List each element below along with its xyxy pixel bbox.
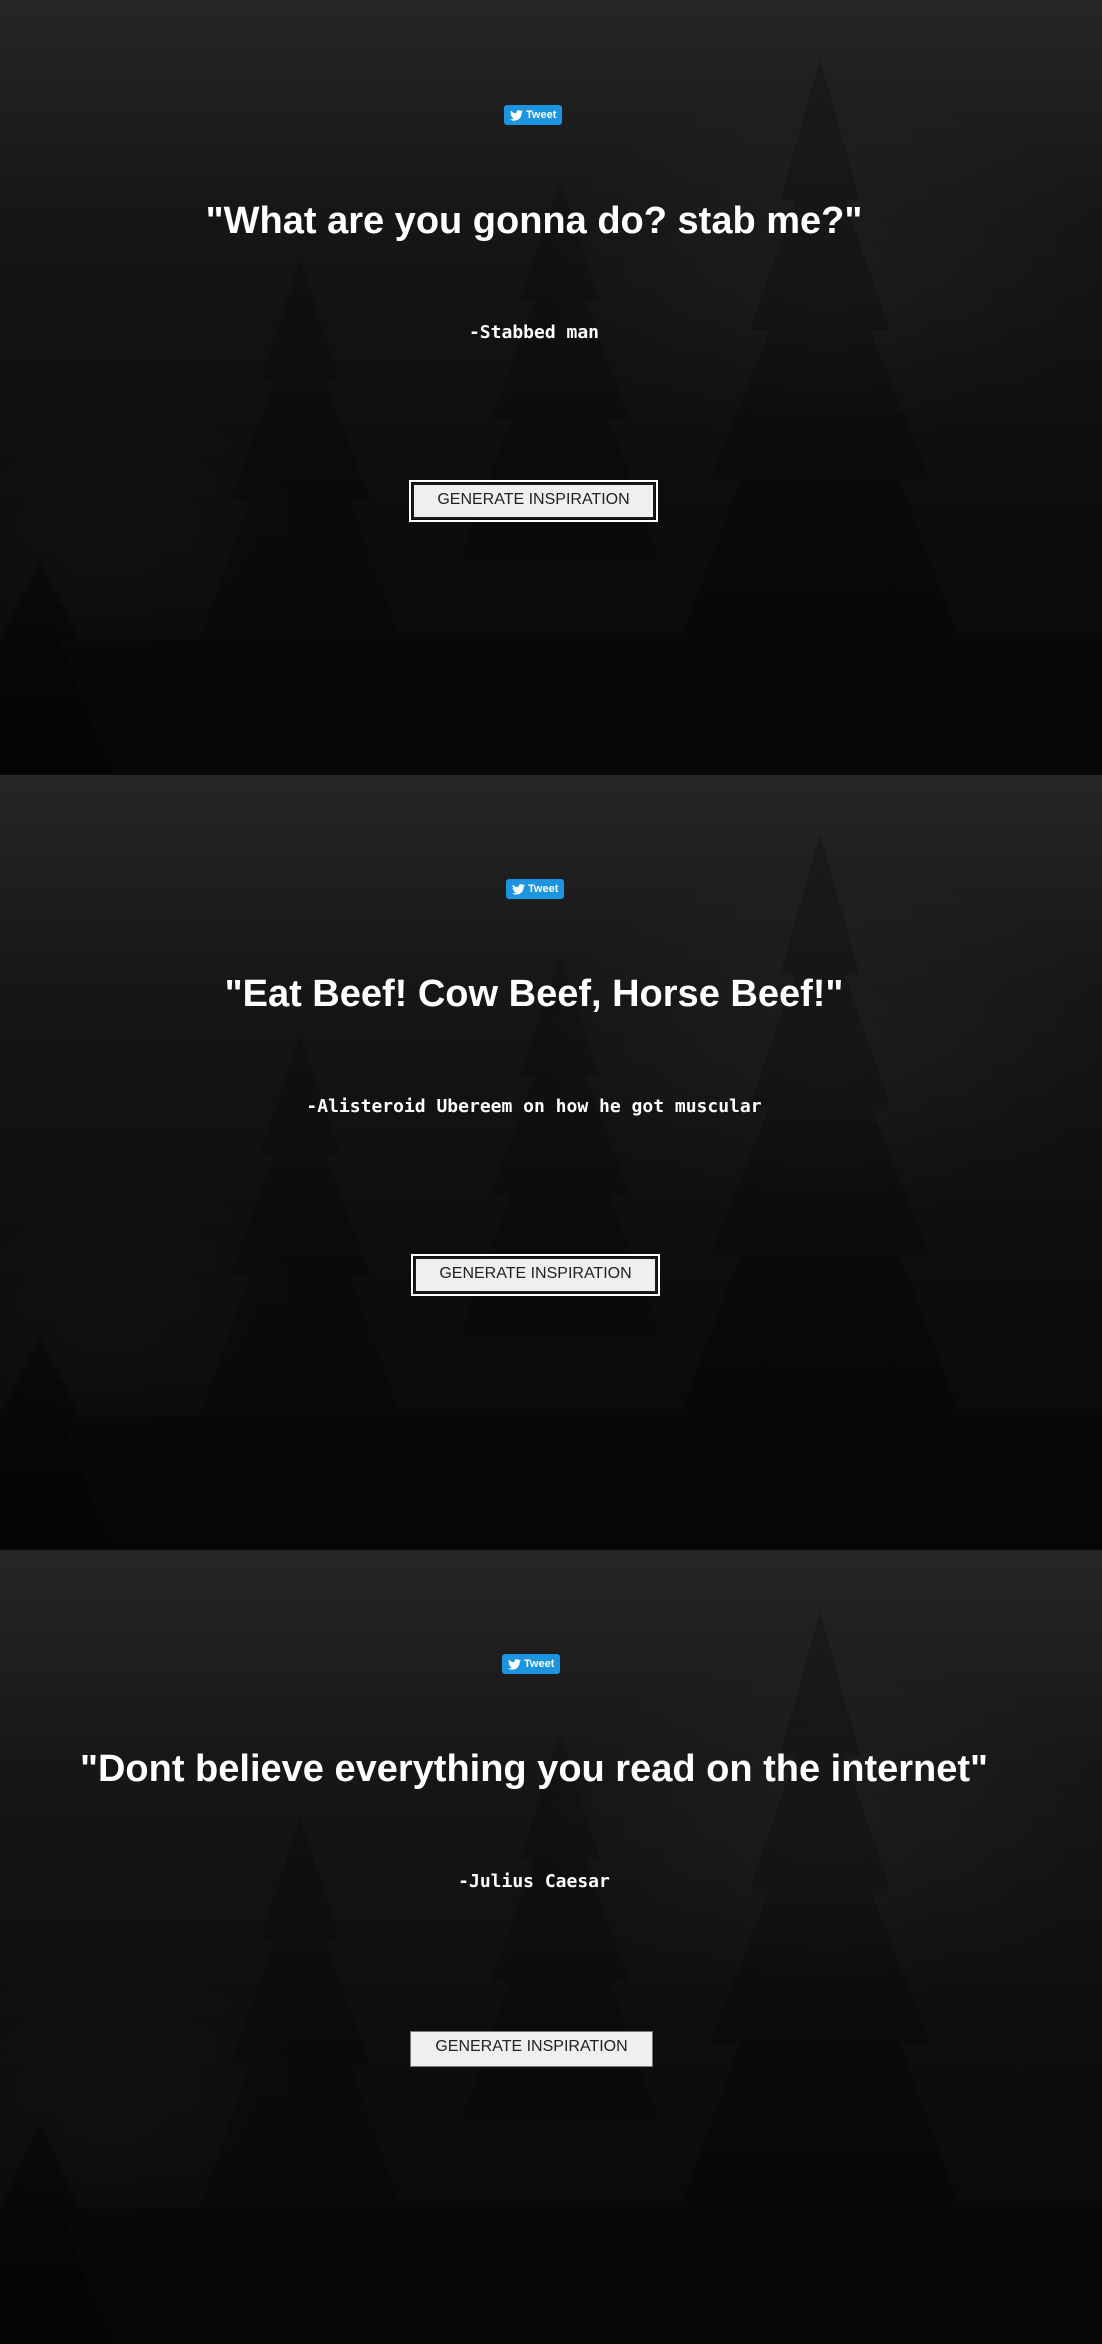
quote-text: "Dont believe everything you read on the… [79,1748,989,1790]
tweet-button[interactable]: Tweet [506,879,565,899]
twitter-bird-icon [512,883,525,895]
tweet-label: Tweet [526,109,557,121]
twitter-bird-icon [508,1658,521,1670]
quote-panel: Tweet "Dont believe everything you read … [0,1550,1102,2344]
generate-inspiration-button[interactable]: GENERATE INSPIRATION [409,480,658,522]
quote-text: "What are you gonna do? stab me?" [205,200,863,242]
quote-author: -Alisteroid Ubereem on how he got muscul… [306,1096,762,1117]
tweet-label: Tweet [528,883,559,895]
quote-panel: Tweet "What are you gonna do? stab me?" … [0,0,1102,773]
tweet-button[interactable]: Tweet [502,1654,561,1674]
quote-text: "Eat Beef! Cow Beef, Horse Beef!" [224,973,844,1015]
tweet-button[interactable]: Tweet [504,105,563,125]
generate-inspiration-button[interactable]: GENERATE INSPIRATION [410,2031,653,2067]
tweet-label: Tweet [524,1658,555,1670]
quote-panel: Tweet "Eat Beef! Cow Beef, Horse Beef!" … [0,775,1102,1548]
quote-author: -Stabbed man [468,322,600,343]
quote-author: -Julius Caesar [458,1871,610,1892]
generate-inspiration-button[interactable]: GENERATE INSPIRATION [411,1254,660,1296]
twitter-bird-icon [510,109,523,121]
